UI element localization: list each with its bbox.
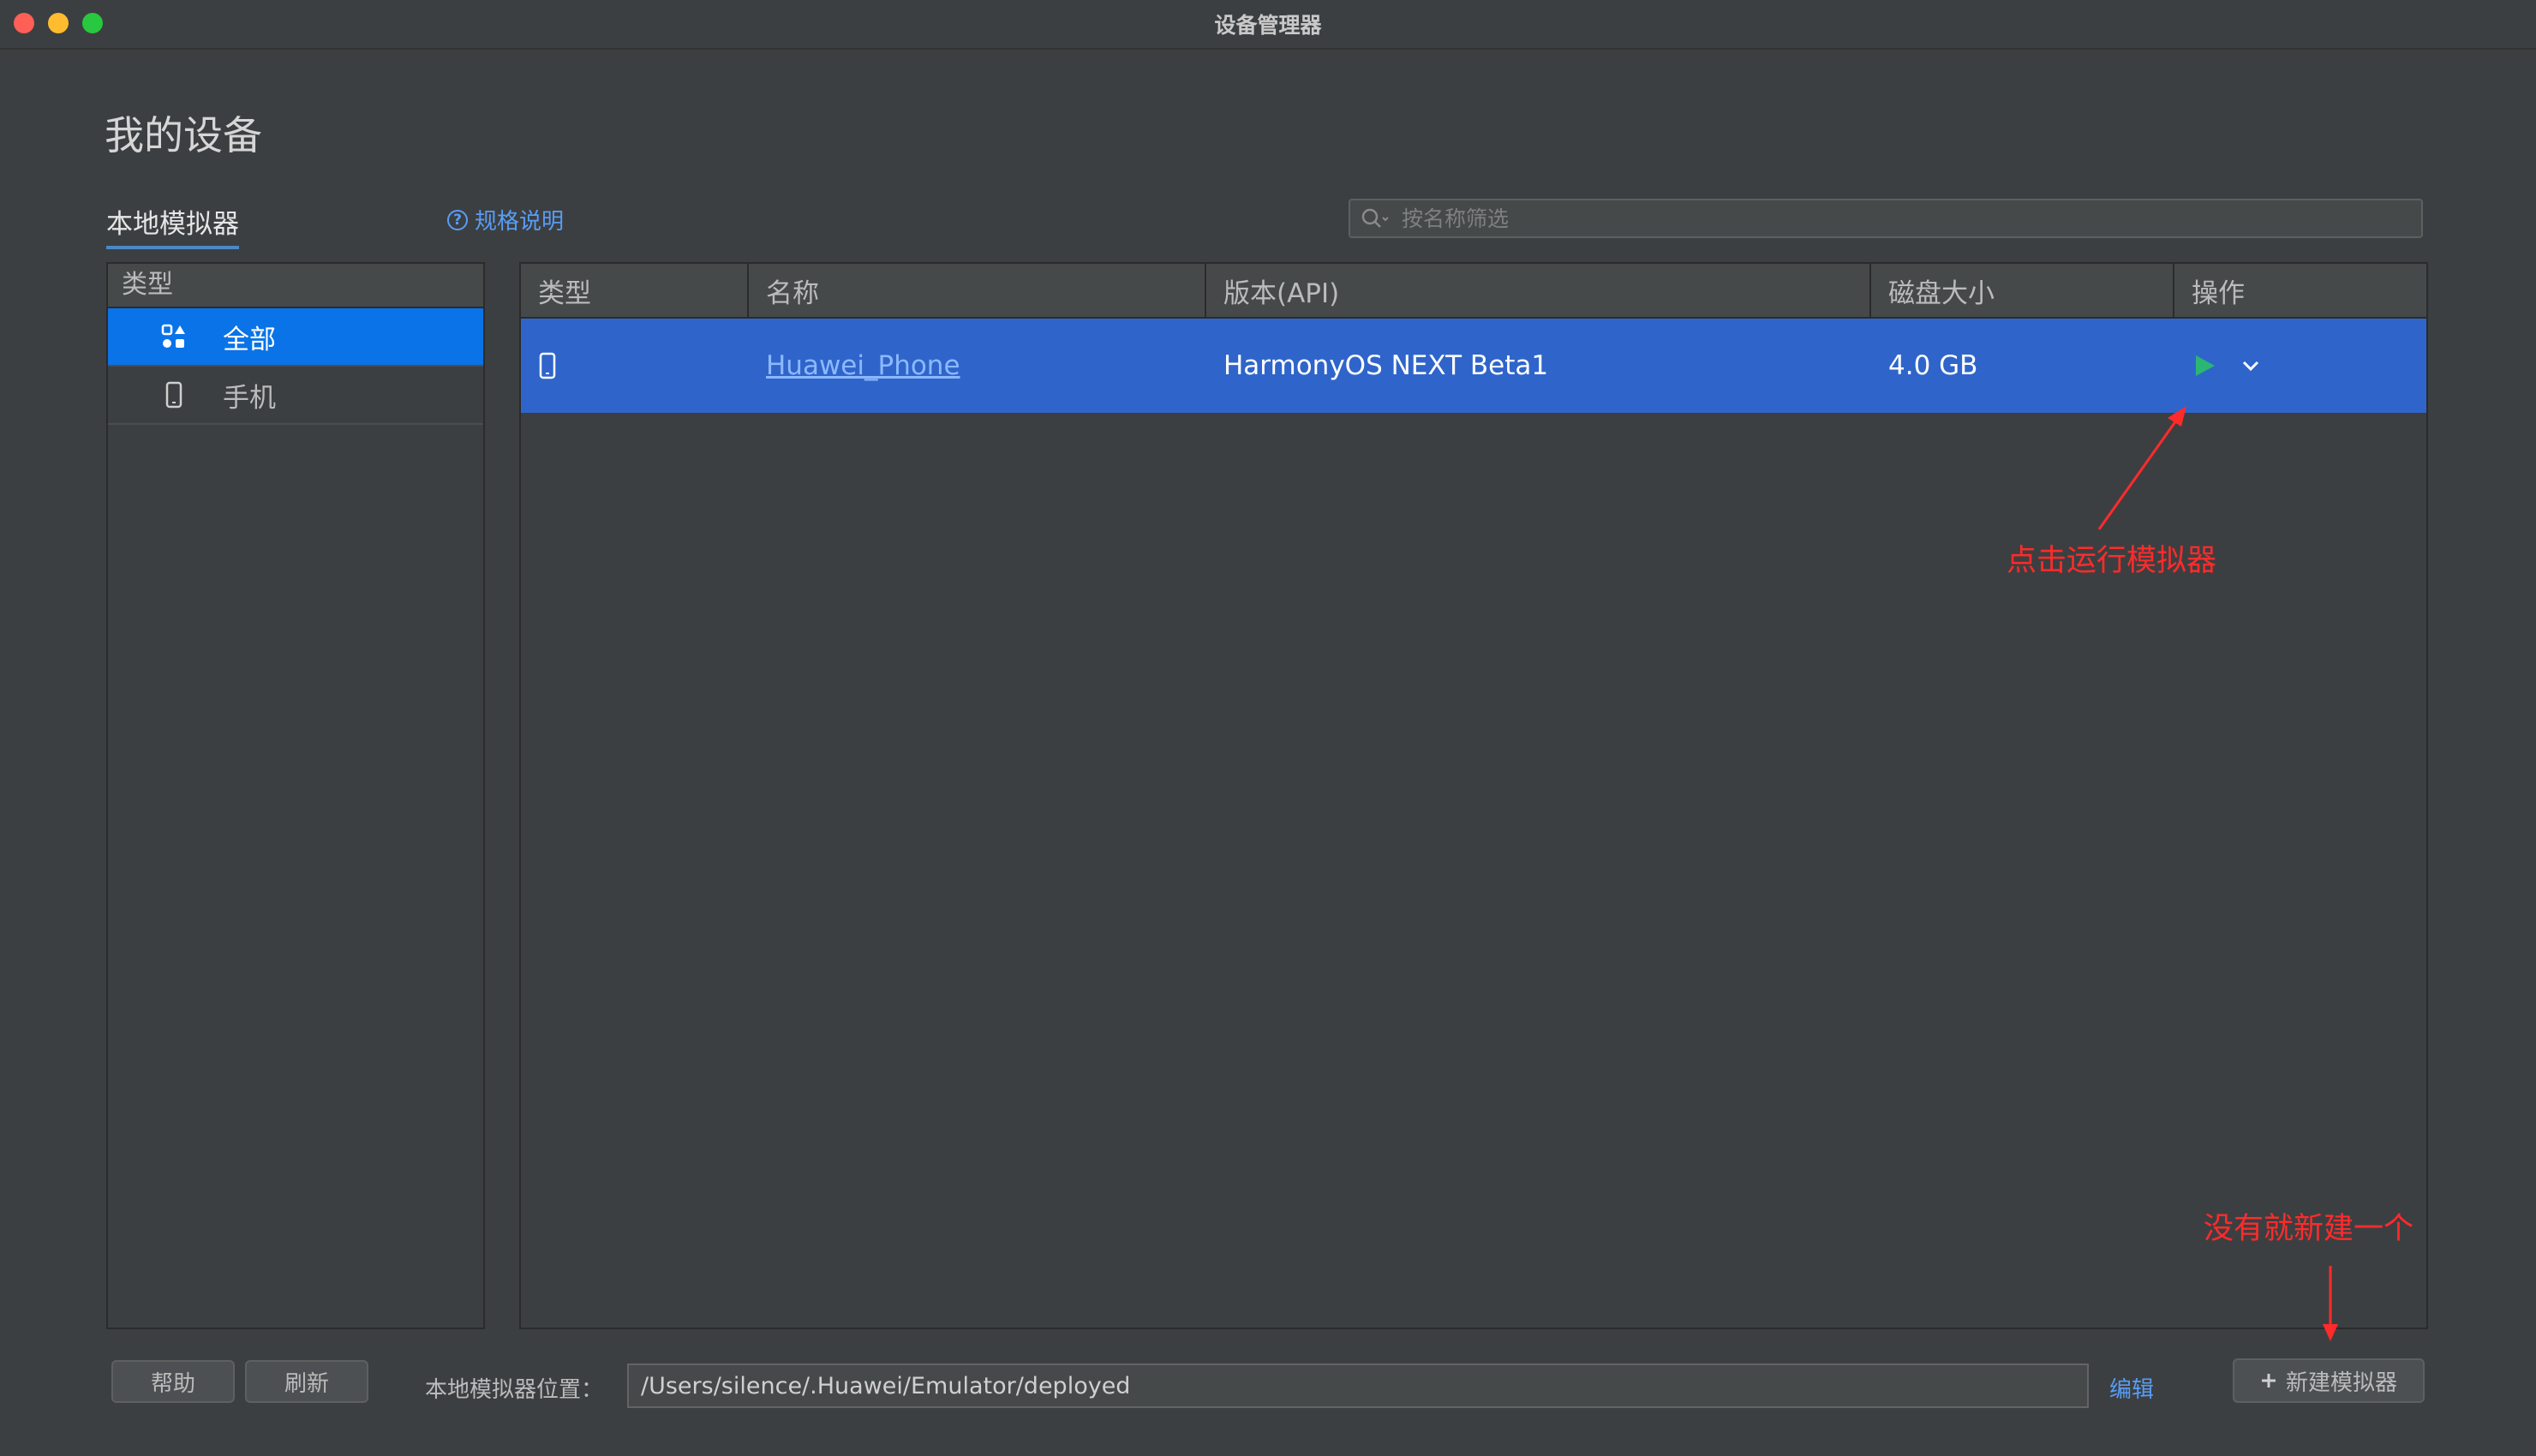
- annotation-arrows: [2097, 406, 2338, 1341]
- device-manager-window: 设备管理器 我的设备 本地模拟器 ? 规格说明 类型 全部: [0, 0, 2536, 1456]
- new-emulator-button[interactable]: 新建模拟器: [2233, 1358, 2425, 1403]
- plus-icon: [2261, 1374, 2276, 1387]
- location-field[interactable]: [627, 1364, 2089, 1408]
- new-emulator-label: 新建模拟器: [2285, 1369, 2397, 1396]
- refresh-button[interactable]: 刷新: [245, 1360, 368, 1403]
- help-button[interactable]: 帮助: [111, 1360, 235, 1403]
- run-emulator-annotation: 点击运行模拟器: [2007, 544, 2217, 578]
- new-emulator-annotation: 没有就新建一个: [2204, 1212, 2414, 1246]
- edit-location-link[interactable]: 编辑: [2109, 1372, 2154, 1404]
- location-label: 本地模拟器位置：: [425, 1377, 604, 1403]
